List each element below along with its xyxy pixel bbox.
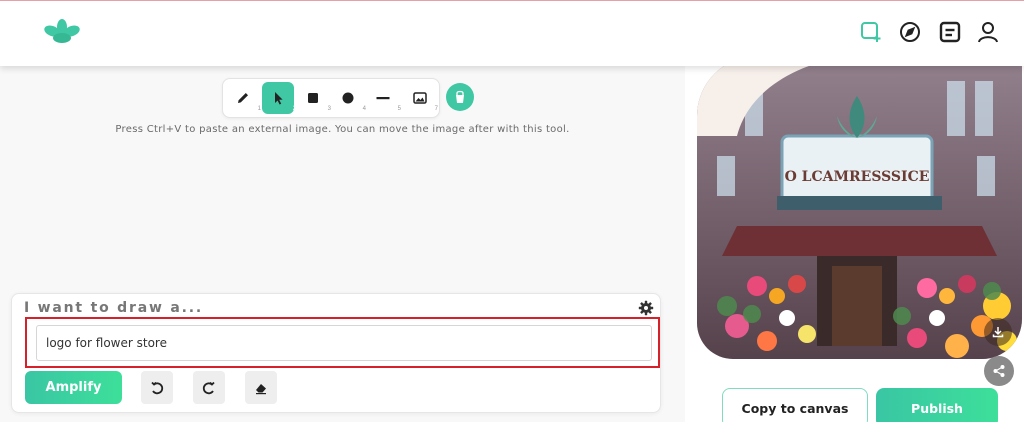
eraser-button[interactable]: [245, 371, 277, 404]
tool-number: 5: [397, 106, 401, 112]
bucket-icon: [456, 90, 464, 103]
tool-number: 7: [434, 106, 438, 112]
feed-icon[interactable]: [937, 19, 963, 45]
square-tool[interactable]: 3: [297, 82, 331, 114]
generated-image[interactable]: O LCAMRESSSICE: [697, 56, 1022, 359]
circle-icon: [342, 92, 354, 104]
storefront-sign: O LCAMRESSSICE: [785, 169, 930, 185]
prompt-panel: I want to draw a... logo for flower stor…: [11, 293, 661, 413]
publish-button[interactable]: Publish: [876, 388, 998, 422]
top-bar: [0, 0, 1024, 66]
gear-icon[interactable]: [638, 300, 654, 316]
user-icon[interactable]: [975, 19, 1001, 45]
pointer-icon: [275, 92, 283, 105]
canvas-area[interactable]: 1 2 3 4 5 7 Press Ctrl+V to paste an ext…: [0, 66, 685, 422]
lotus-logo-icon[interactable]: [44, 18, 80, 44]
line-tool[interactable]: 5: [367, 82, 401, 114]
redo-button[interactable]: [193, 371, 225, 404]
download-icon: [992, 327, 1004, 338]
drawing-toolbar: 1 2 3 4 5 7: [222, 78, 440, 118]
result-panel: O LCAMRESSSICE Copy to canvas Publish: [685, 56, 1024, 422]
prompt-title: I want to draw a...: [24, 300, 203, 316]
circle-tool[interactable]: 4: [332, 82, 366, 114]
download-button[interactable]: [984, 318, 1012, 346]
pointer-tool[interactable]: 2: [262, 82, 296, 114]
copy-to-canvas-button[interactable]: Copy to canvas: [722, 388, 868, 422]
share-button[interactable]: [984, 356, 1014, 386]
tool-number: 3: [327, 106, 331, 112]
amplify-button[interactable]: Amplify: [25, 371, 122, 404]
pencil-icon: [238, 93, 248, 103]
tool-number: 2: [292, 106, 296, 112]
line-icon: [376, 97, 390, 100]
paste-hint: Press Ctrl+V to paste an external image.…: [115, 124, 570, 135]
tool-number: 4: [362, 106, 366, 112]
eraser-icon: [256, 383, 266, 394]
image-icon: [413, 92, 427, 104]
undo-icon: [151, 381, 164, 394]
redo-icon: [202, 381, 215, 394]
prompt-input[interactable]: logo for flower store: [36, 325, 652, 361]
image-tool[interactable]: 7: [404, 82, 438, 114]
new-canvas-icon[interactable]: [858, 19, 884, 45]
compass-icon[interactable]: [897, 19, 923, 45]
share-icon: [993, 365, 1005, 377]
fill-tool-button[interactable]: [446, 83, 474, 111]
square-icon: [308, 93, 318, 103]
undo-button[interactable]: [141, 371, 173, 404]
tool-number: 1: [257, 106, 261, 112]
pencil-tool[interactable]: 1: [227, 82, 261, 114]
prompt-input-highlight: logo for flower store: [25, 317, 660, 368]
